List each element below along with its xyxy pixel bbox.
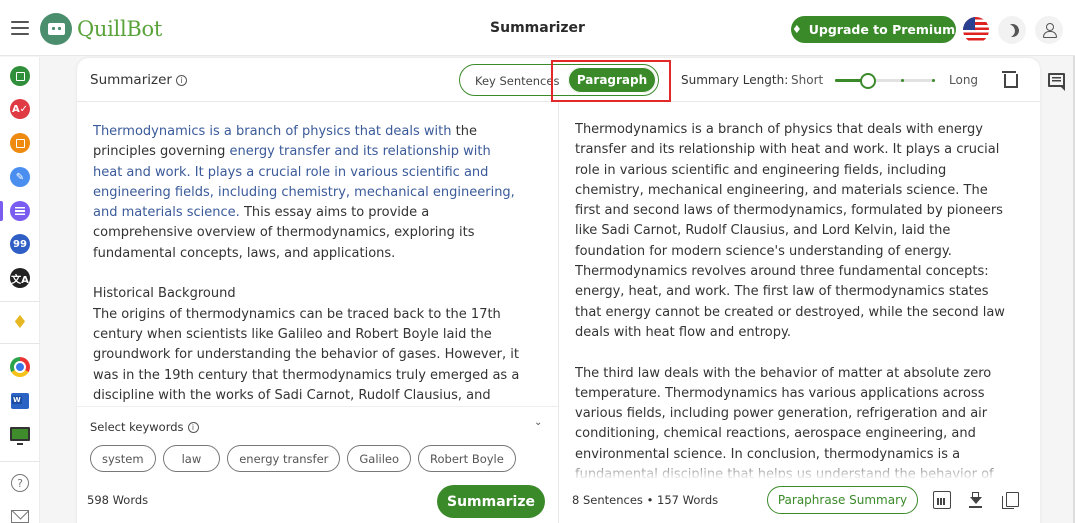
section-text: The origins of thermodynamics can be tra… bbox=[93, 306, 520, 403]
select-keywords-label: Select keywords i bbox=[90, 420, 199, 434]
download-icon[interactable] bbox=[967, 491, 985, 509]
quillbot-logo-icon bbox=[40, 13, 72, 45]
translate-icon[interactable]: 文A bbox=[10, 268, 30, 288]
summary-mode-toggle: Key Sentences Paragraph bbox=[459, 64, 659, 96]
grammar-icon[interactable]: A✓ bbox=[10, 99, 30, 119]
help-icon[interactable]: ? bbox=[10, 473, 30, 493]
divider bbox=[0, 343, 40, 344]
brand-name: QuillBot bbox=[77, 17, 163, 41]
dark-mode-button[interactable] bbox=[998, 16, 1026, 44]
tool-sidebar: A✓ ✎ 99 文A ♦ ? bbox=[0, 57, 40, 523]
chrome-icon[interactable] bbox=[10, 357, 30, 377]
premium-diamond-icon[interactable]: ♦ bbox=[10, 312, 30, 333]
info-icon[interactable]: i bbox=[175, 75, 187, 86]
desktop-icon[interactable] bbox=[10, 424, 30, 445]
trash-icon[interactable] bbox=[1002, 71, 1018, 88]
paraphrase-summary-button[interactable]: Paraphrase Summary bbox=[767, 486, 918, 514]
output-fade bbox=[559, 462, 1040, 480]
mode-paragraph[interactable]: Paragraph bbox=[568, 67, 656, 93]
input-paragraph: Thermodynamics is a branch of physics th… bbox=[93, 122, 523, 264]
quote-icon[interactable]: 99 bbox=[10, 234, 30, 254]
summary-paragraph: The third law deals with the behavior of… bbox=[575, 365, 994, 478]
us-flag-icon[interactable] bbox=[963, 17, 989, 43]
keyword-chip[interactable]: Galileo bbox=[347, 445, 412, 472]
chevron-down-icon[interactable]: ⌄ bbox=[534, 417, 542, 428]
card-title: Summarizer i bbox=[90, 72, 187, 88]
keywords-label-text: Select keywords bbox=[90, 420, 184, 434]
moon-icon bbox=[1004, 22, 1021, 39]
logo[interactable]: QuillBot bbox=[40, 13, 162, 45]
long-label: Long bbox=[949, 73, 979, 87]
summary-length-slider[interactable] bbox=[835, 73, 935, 89]
diamond-icon: ♦ bbox=[791, 23, 802, 36]
summary-output[interactable]: Thermodynamics is a branch of physics th… bbox=[575, 120, 1005, 478]
mail-icon[interactable] bbox=[10, 506, 30, 523]
keyword-chips: system law energy transfer Galileo Rober… bbox=[90, 445, 516, 472]
upgrade-to-premium-button[interactable]: ♦ Upgrade to Premium bbox=[791, 16, 956, 43]
slider-tick bbox=[901, 79, 904, 82]
slider-tick bbox=[835, 79, 838, 82]
divider bbox=[0, 301, 40, 302]
keyword-chip[interactable]: law bbox=[162, 445, 221, 472]
summarize-button[interactable]: Summarize bbox=[437, 485, 545, 518]
upgrade-label: Upgrade to Premium bbox=[808, 22, 956, 37]
quill-icon[interactable]: ✎ bbox=[10, 167, 30, 187]
summarizer-card: Summarizer i Key Sentences Paragraph Summ… bbox=[77, 58, 1040, 523]
slider-thumb[interactable] bbox=[860, 73, 876, 89]
summary-stats: 8 Sentences • 157 Words bbox=[572, 493, 718, 507]
short-label: Short bbox=[791, 73, 824, 87]
section-heading: Historical Background bbox=[93, 286, 236, 302]
mode-key-sentences[interactable]: Key Sentences bbox=[475, 74, 559, 88]
input-word-count: 598 Words bbox=[87, 493, 149, 507]
hamburger-icon[interactable] bbox=[11, 21, 29, 35]
copy-icon[interactable] bbox=[1001, 491, 1019, 509]
keywords-panel: Select keywords i ⌄ system law energy tra… bbox=[77, 406, 558, 523]
input-text-area[interactable]: Thermodynamics is a branch of physics th… bbox=[93, 122, 523, 408]
pane-divider bbox=[558, 102, 559, 523]
active-indicator bbox=[0, 201, 3, 221]
summary-paragraph: Thermodynamics is a branch of physics th… bbox=[575, 122, 1005, 340]
divider bbox=[0, 461, 40, 462]
slider-tick bbox=[932, 79, 935, 82]
card-title-text: Summarizer bbox=[90, 72, 172, 88]
keyword-chip[interactable]: system bbox=[90, 445, 156, 472]
plagiarism-icon[interactable] bbox=[10, 133, 30, 153]
keyword-chip[interactable]: Robert Boyle bbox=[418, 445, 516, 472]
keyword-chip[interactable]: energy transfer bbox=[227, 445, 341, 472]
stats-bullet: • bbox=[646, 493, 654, 507]
account-button[interactable] bbox=[1035, 16, 1063, 44]
paraphraser-icon[interactable] bbox=[10, 66, 30, 86]
summarizer-icon[interactable] bbox=[10, 201, 30, 221]
user-icon bbox=[1042, 23, 1057, 38]
summary-length-label: Summary Length: bbox=[681, 73, 789, 87]
statistics-icon[interactable] bbox=[933, 491, 951, 509]
summary-word-count: 157 Words bbox=[657, 493, 719, 507]
info-icon[interactable]: i bbox=[187, 422, 199, 433]
card-toolbar: Summarizer i Key Sentences Paragraph Summ… bbox=[77, 58, 1040, 102]
top-bar: QuillBot Summarizer ♦ Upgrade to Premium bbox=[0, 0, 1075, 56]
sentence-count: 8 Sentences bbox=[572, 493, 643, 507]
feedback-icon[interactable] bbox=[1048, 73, 1065, 91]
word-icon[interactable] bbox=[10, 391, 30, 411]
highlighted-sentence: Thermodynamics is a branch of physics th… bbox=[93, 124, 452, 139]
